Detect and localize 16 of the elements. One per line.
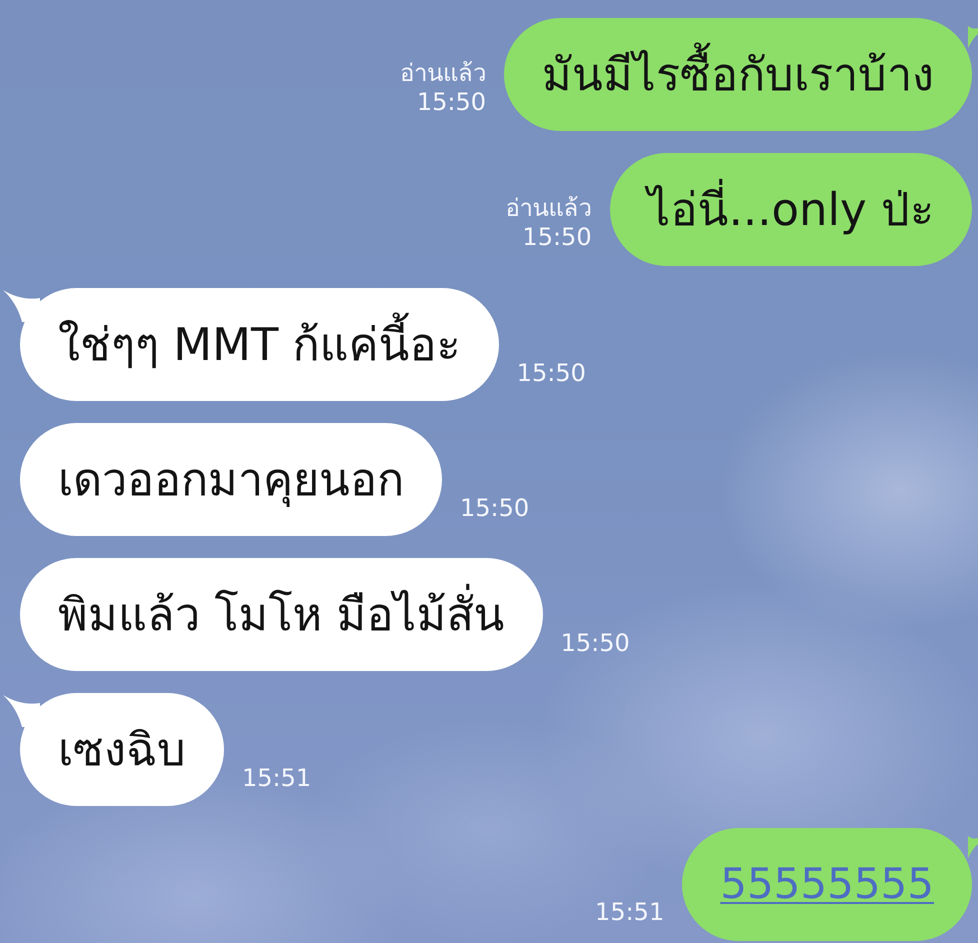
message-time: 15:50 <box>516 359 586 388</box>
message-link[interactable]: 55555555 <box>720 859 934 910</box>
message-bubble: มันมีไรซื้อกับเราบ้าง <box>504 18 972 131</box>
message-bubble: เซงฉิบ <box>20 693 224 806</box>
message-bubble: เดวออกมาคุยนอก <box>20 423 442 536</box>
message-time: 15:51 <box>242 764 312 793</box>
message-bubble: ไอ่นี่...only ป่ะ <box>610 153 972 266</box>
message-bubble: พิมแล้ว โมโห มือไม้สั่น <box>20 558 543 671</box>
message-time: 15:50 <box>522 223 592 252</box>
message-bubble: ใช่ๆๆ MMT ก้แค่นี้อะ <box>20 288 499 401</box>
message-time: 15:50 <box>460 494 530 523</box>
message-time: 15:50 <box>560 629 630 658</box>
message-time: 15:51 <box>595 898 664 927</box>
read-receipt: อ่านแล้ว <box>506 194 592 223</box>
read-receipt: อ่านแล้ว <box>400 59 486 88</box>
message-time: 15:50 <box>416 88 486 117</box>
